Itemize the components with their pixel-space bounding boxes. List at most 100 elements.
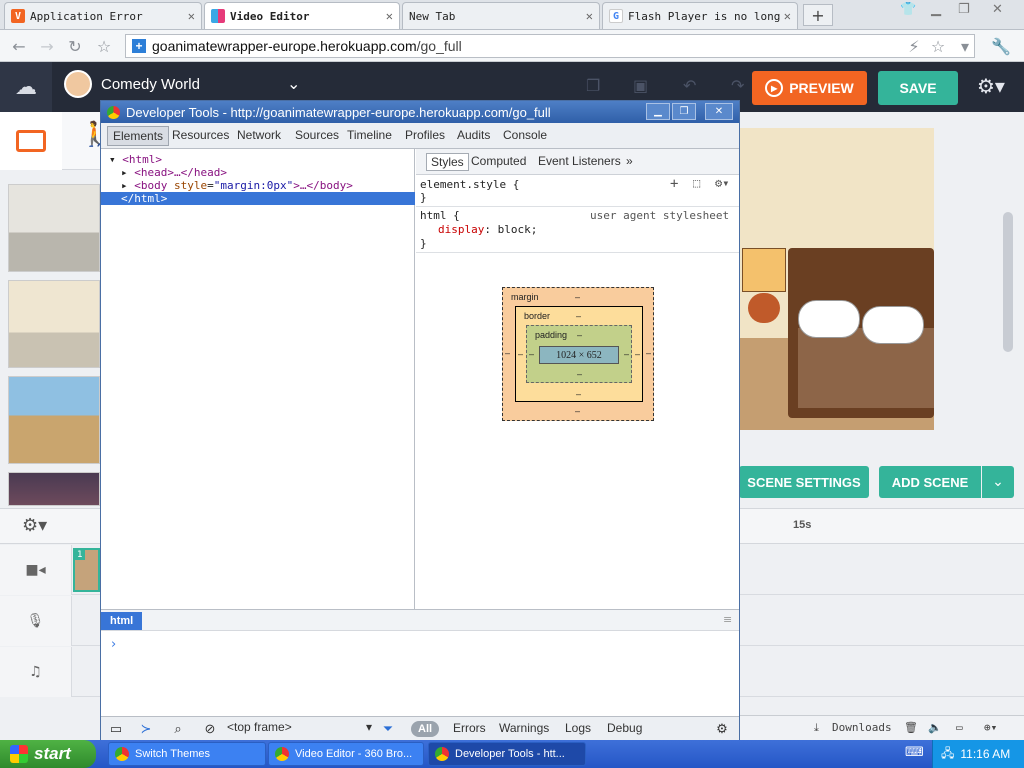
speaker-icon[interactable]: 🔈 [928, 721, 942, 734]
address-bar[interactable]: + goanimatewrapper-europe.herokuapp.com /… [125, 34, 975, 58]
favorite-star-icon[interactable]: ☆ [927, 35, 949, 57]
filter-debug[interactable]: Debug [607, 721, 642, 735]
background-thumbnail[interactable] [8, 280, 100, 368]
chevron-down-icon[interactable]: ▾ [954, 35, 976, 57]
wrench-icon[interactable]: 🔧 [990, 35, 1012, 57]
console-drawer[interactable]: › [101, 631, 739, 716]
breadcrumb-html[interactable]: html [101, 612, 143, 630]
dock-icon[interactable]: ▭ [107, 720, 125, 738]
maximize-icon[interactable]: ❐ [672, 103, 696, 120]
tab-network[interactable]: Network [232, 126, 286, 146]
start-button[interactable]: start [0, 740, 96, 768]
chevron-down-icon[interactable]: ⌄ [982, 466, 1014, 498]
tab-resources[interactable]: Resources [167, 126, 234, 146]
more-tabs-chevron[interactable]: » [622, 153, 637, 171]
zoom-icon[interactable]: ⊕▾ [984, 721, 997, 734]
chevron-down-icon[interactable]: ⌄ [287, 74, 300, 93]
tab-styles[interactable]: Styles [426, 153, 469, 171]
reload-icon[interactable]: ↻ [64, 35, 86, 57]
tab-timeline[interactable]: Timeline [342, 126, 397, 146]
stage-scrollbar[interactable] [1003, 212, 1013, 352]
scene-stage[interactable] [738, 128, 934, 430]
filter-errors[interactable]: Errors [453, 721, 486, 735]
tab-console[interactable]: Console [498, 126, 552, 146]
tab-sources[interactable]: Sources [290, 126, 344, 146]
preview-button[interactable]: ▶ PREVIEW [752, 71, 867, 105]
site-info-icon[interactable]: + [132, 39, 146, 53]
element-style-rule[interactable]: element.style { } + ⬚ ⚙▾ [416, 175, 739, 207]
tab-elements[interactable]: Elements [107, 126, 170, 146]
gear-icon[interactable]: ⚙▾ [715, 176, 729, 190]
html-user-agent-rule[interactable]: html { user agent stylesheet display: bl… [416, 207, 739, 253]
close-icon[interactable]: ✕ [784, 9, 791, 23]
filter-all[interactable]: All [411, 721, 440, 737]
filter-icon[interactable]: ⏷ [379, 720, 397, 738]
redo-icon[interactable]: ↷ [731, 76, 753, 98]
forward-arrow-icon[interactable]: → [36, 35, 58, 57]
network-icon[interactable]: 🖧 [941, 744, 954, 765]
filter-warnings[interactable]: Warnings [499, 721, 549, 735]
tab-profiles[interactable]: Profiles [400, 126, 450, 146]
gear-icon[interactable]: ⚙▾ [22, 515, 47, 536]
tab-flash-player[interactable]: G Flash Player is no longer ✕ [602, 2, 798, 29]
filter-logs[interactable]: Logs [565, 721, 591, 735]
close-icon[interactable]: ✕ [586, 9, 593, 23]
minimize-icon[interactable]: ▁ [931, 2, 941, 17]
close-icon[interactable]: ✕ [705, 103, 733, 120]
tab-audits[interactable]: Audits [452, 126, 495, 146]
tab-event-listeners[interactable]: Event Listeners [534, 153, 625, 171]
clock[interactable]: 11:16 AM [960, 747, 1010, 761]
copy-icon[interactable]: ❐ [586, 76, 608, 98]
background-thumbnail[interactable] [8, 184, 100, 272]
frame-select[interactable]: <top frame> ▾ [227, 720, 372, 738]
keyboard-icon[interactable]: ⌨ [905, 745, 924, 760]
dom-node-body[interactable]: ▸ <body style="margin:0px">…</body> [101, 179, 415, 192]
star-bookmark-icon[interactable]: ☆ [93, 35, 115, 57]
tab-computed[interactable]: Computed [467, 153, 530, 171]
undo-icon[interactable]: ↶ [683, 76, 705, 98]
back-arrow-icon[interactable]: ← [8, 35, 30, 57]
gear-icon[interactable]: ⚙▾ [977, 74, 1005, 98]
lightning-icon[interactable]: ⚡ [903, 35, 925, 57]
upload-cloud-icon[interactable]: ☁ [0, 62, 52, 112]
show-console-icon[interactable]: ≻ [137, 720, 155, 738]
close-window-icon[interactable]: ✕ [992, 2, 1003, 17]
tab-application-error[interactable]: V Application Error ✕ [4, 2, 202, 29]
tab-video-editor[interactable]: Video Editor ✕ [204, 2, 400, 29]
scene-thumbnail[interactable]: 1 [73, 548, 100, 592]
download-icon[interactable]: ⤓ [814, 721, 819, 735]
clear-console-icon[interactable]: ⊘ [201, 720, 219, 738]
screen-icon[interactable]: ▭ [956, 721, 963, 734]
tab-backgrounds[interactable] [0, 112, 62, 170]
devtools-title-bar[interactable]: Developer Tools - http://goanimatewrappe… [101, 101, 739, 123]
dom-node-html[interactable]: ▾ <html> [101, 153, 415, 166]
taskbar-item-switch-themes[interactable]: Switch Themes [108, 742, 266, 766]
dom-node-head[interactable]: ▸ <head>…</head> [101, 166, 415, 179]
gear-icon[interactable]: ⚙ [713, 720, 731, 738]
new-tab-button[interactable]: + [803, 4, 833, 26]
background-thumbnail[interactable] [8, 472, 100, 506]
console-prompt[interactable]: › [111, 637, 116, 652]
add-scene-button[interactable]: ADD SCENE [879, 466, 981, 498]
downloads-label[interactable]: Downloads [832, 721, 892, 734]
triangle-right-icon[interactable]: ▸ [121, 166, 134, 179]
tab-new-tab[interactable]: New Tab ✕ [402, 2, 600, 29]
trash-icon[interactable]: 🗑 [904, 721, 918, 734]
scene-settings-button[interactable]: SCENE SETTINGS [739, 466, 869, 498]
close-icon[interactable]: ✕ [188, 9, 195, 23]
element-state-icon[interactable]: ⬚ [693, 176, 700, 190]
triangle-right-icon[interactable]: ▸ [121, 179, 134, 192]
hamburger-icon[interactable]: ≡ [723, 613, 732, 626]
project-title[interactable]: Comedy World [101, 76, 200, 93]
triangle-down-icon[interactable]: ▾ [109, 153, 122, 166]
dom-tree-panel[interactable]: ▾ <html> ▸ <head>…</head> ▸ <body style=… [101, 149, 415, 609]
taskbar-item-developer-tools[interactable]: Developer Tools - htt... [428, 742, 586, 766]
save-button[interactable]: SAVE [878, 71, 958, 105]
dom-node-html-close[interactable]: </html> [101, 192, 415, 205]
maximize-icon[interactable]: ❐ [958, 2, 970, 17]
paste-icon[interactable]: ▣ [633, 76, 655, 98]
close-icon[interactable]: ✕ [386, 9, 393, 23]
background-thumbnail[interactable] [8, 376, 100, 464]
add-rule-icon[interactable]: + [670, 176, 678, 192]
search-icon[interactable]: ⌕ [169, 720, 187, 738]
